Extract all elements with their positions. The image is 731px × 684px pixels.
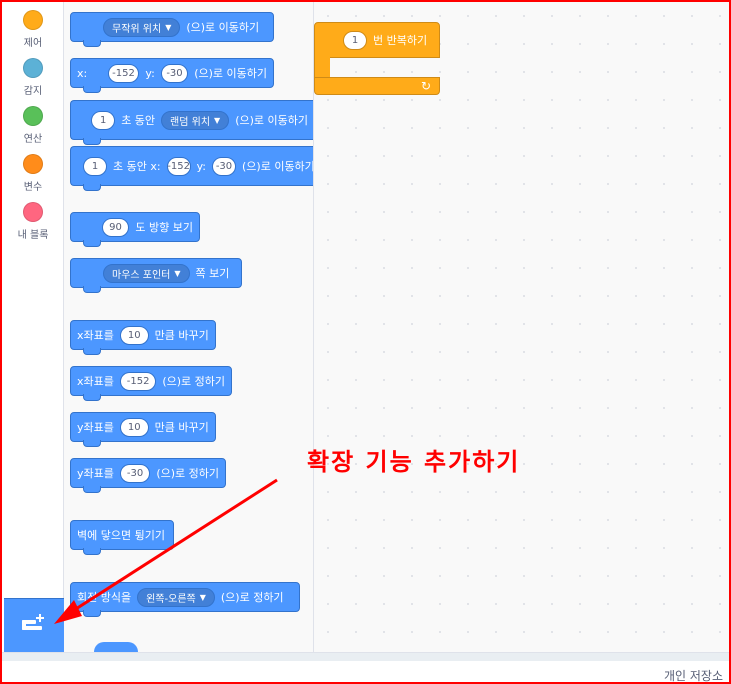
bounce-block[interactable]: 벽에 닿으면 튕기기 — [70, 520, 174, 555]
block-text: (으)로 정하기 — [156, 467, 219, 480]
point-towards-block[interactable]: 마우스 포인터 ▼ 쪽 보기 — [70, 258, 242, 293]
category-sensing[interactable]: 감지 — [2, 58, 64, 97]
backpack-button[interactable]: 개인 저장소 — [664, 667, 723, 682]
block-text: (으)로 이동하기 — [194, 67, 267, 80]
category-label: 감지 — [23, 86, 43, 97]
dx-input[interactable]: 10 — [119, 325, 149, 345]
add-extension-button[interactable] — [4, 598, 64, 652]
block-text: (으)로 이동하기 — [186, 21, 260, 34]
block-text: x좌표를 — [77, 329, 114, 342]
set-x-block[interactable]: x좌표를 -152 (으)로 정하기 — [70, 366, 232, 401]
block-text: 만큼 바꾸기 — [154, 329, 209, 342]
loop-arrow-icon: ↻ — [420, 79, 431, 93]
y-input[interactable]: -30 — [119, 463, 151, 483]
category-operators[interactable]: 연산 — [2, 106, 64, 145]
category-my-blocks-dot — [23, 202, 43, 222]
category-control[interactable]: 제어 — [2, 10, 64, 49]
category-label: 변수 — [23, 182, 43, 193]
repeat-count-input[interactable]: 1 — [343, 30, 367, 50]
category-sensing-dot — [23, 58, 43, 78]
chevron-down-icon: ▼ — [214, 115, 221, 125]
dropdown-value: 왼쪽-오른쪽 — [146, 593, 196, 605]
x-input[interactable]: -152 — [107, 63, 140, 83]
category-control-dot — [23, 10, 43, 30]
block-text: y: — [196, 159, 206, 173]
direction-input[interactable]: 90 — [101, 217, 130, 237]
block-palette: 무작위 위치 ▼ (으)로 이동하기 x: -152 y: -30 (으)로 이동… — [64, 2, 314, 652]
dropdown-value: 마우스 포인터 — [112, 269, 171, 281]
rotation-dropdown[interactable]: 왼쪽-오른쪽 ▼ — [137, 587, 215, 607]
set-y-block[interactable]: y좌표를 -30 (으)로 정하기 — [70, 458, 226, 493]
block-text: 도 방향 보기 — [135, 221, 193, 234]
script-area[interactable] — [314, 2, 729, 652]
block-text: 만큼 바꾸기 — [154, 421, 209, 434]
category-operators-dot — [23, 106, 43, 126]
category-variables[interactable]: 변수 — [2, 154, 64, 193]
target-dropdown[interactable]: 랜덤 위치 ▼ — [161, 110, 230, 130]
chevron-down-icon: ▼ — [199, 592, 206, 602]
category-my-blocks[interactable]: 내 블록 — [2, 202, 64, 241]
category-label: 제어 — [23, 38, 43, 49]
block-text: y좌표를 — [77, 421, 114, 434]
point-in-direction-block[interactable]: 90 도 방향 보기 — [70, 212, 200, 247]
x-input[interactable]: -152 — [119, 371, 157, 391]
repeat-block-bottom: ↻ — [314, 77, 440, 95]
block-text: x좌표를 — [77, 375, 114, 388]
category-menu: 제어 감지 연산 변수 내 블록 — [2, 2, 64, 652]
block-text: y좌표를 — [77, 467, 114, 480]
repeat-block-top[interactable]: 1 번 반복하기 — [314, 22, 440, 58]
editor-frame: 제어 감지 연산 변수 내 블록 무작위 위치 ▼ (으)로 이동하기 x: -… — [0, 0, 731, 684]
change-y-block[interactable]: y좌표를 10 만큼 바꾸기 — [70, 412, 216, 447]
block-text: x: — [77, 66, 88, 80]
backpack-bar: 개인 저장소 — [2, 652, 729, 682]
partial-block[interactable] — [94, 642, 138, 652]
dropdown-value: 무작위 위치 — [112, 23, 162, 35]
go-to-block[interactable]: 무작위 위치 ▼ (으)로 이동하기 — [70, 12, 274, 47]
target-dropdown[interactable]: 무작위 위치 ▼ — [103, 17, 181, 37]
rotation-style-block[interactable]: 회전 방식을 왼쪽-오른쪽 ▼ (으)로 정하기 — [70, 582, 300, 617]
category-label: 연산 — [23, 134, 43, 145]
glide-to-block[interactable]: 1 초 동안 랜덤 위치 ▼ (으)로 이동하기 — [70, 100, 313, 145]
add-extension-icon — [22, 614, 44, 630]
block-text: 초 동안 x: — [113, 160, 161, 173]
scrollbar-track — [2, 653, 729, 661]
block-text: 번 반복하기 — [373, 34, 428, 47]
block-text: 쪽 보기 — [195, 267, 230, 280]
block-text: 회전 방식을 — [77, 591, 132, 604]
chevron-down-icon: ▼ — [174, 268, 181, 278]
go-to-xy-block[interactable]: x: -152 y: -30 (으)로 이동하기 — [70, 58, 274, 93]
secs-input[interactable]: 1 — [83, 156, 107, 176]
y-input[interactable]: -30 — [212, 156, 236, 176]
change-x-block[interactable]: x좌표를 10 만큼 바꾸기 — [70, 320, 216, 355]
y-input[interactable]: -30 — [160, 63, 189, 83]
block-text: (으)로 이동하기 — [235, 114, 308, 127]
block-text: 벽에 닿으면 튕기기 — [77, 529, 165, 542]
repeat-block-arm — [314, 57, 330, 77]
secs-input[interactable]: 1 — [91, 110, 116, 130]
x-input[interactable]: -152 — [166, 156, 191, 176]
glide-to-xy-block[interactable]: 1 초 동안 x: -152 y: -30 (으)로 이동하기 — [70, 146, 314, 191]
repeat-block[interactable]: 1 번 반복하기 ↻ — [314, 22, 442, 96]
block-text: (으)로 정하기 — [162, 375, 225, 388]
category-label: 내 블록 — [17, 230, 49, 241]
annotation-text: 확장 기능 추가하기 — [307, 448, 521, 476]
block-text: 초 동안 — [121, 114, 156, 127]
dropdown-value: 랜덤 위치 — [170, 116, 211, 128]
block-text: (으)로 이동하기 — [242, 160, 314, 173]
chevron-down-icon: ▼ — [165, 22, 172, 32]
dy-input[interactable]: 10 — [119, 417, 149, 437]
block-text: (으)로 정하기 — [220, 591, 284, 604]
category-variables-dot — [23, 154, 43, 174]
target-dropdown[interactable]: 마우스 포인터 ▼ — [103, 263, 190, 283]
block-text: y: — [145, 66, 155, 80]
